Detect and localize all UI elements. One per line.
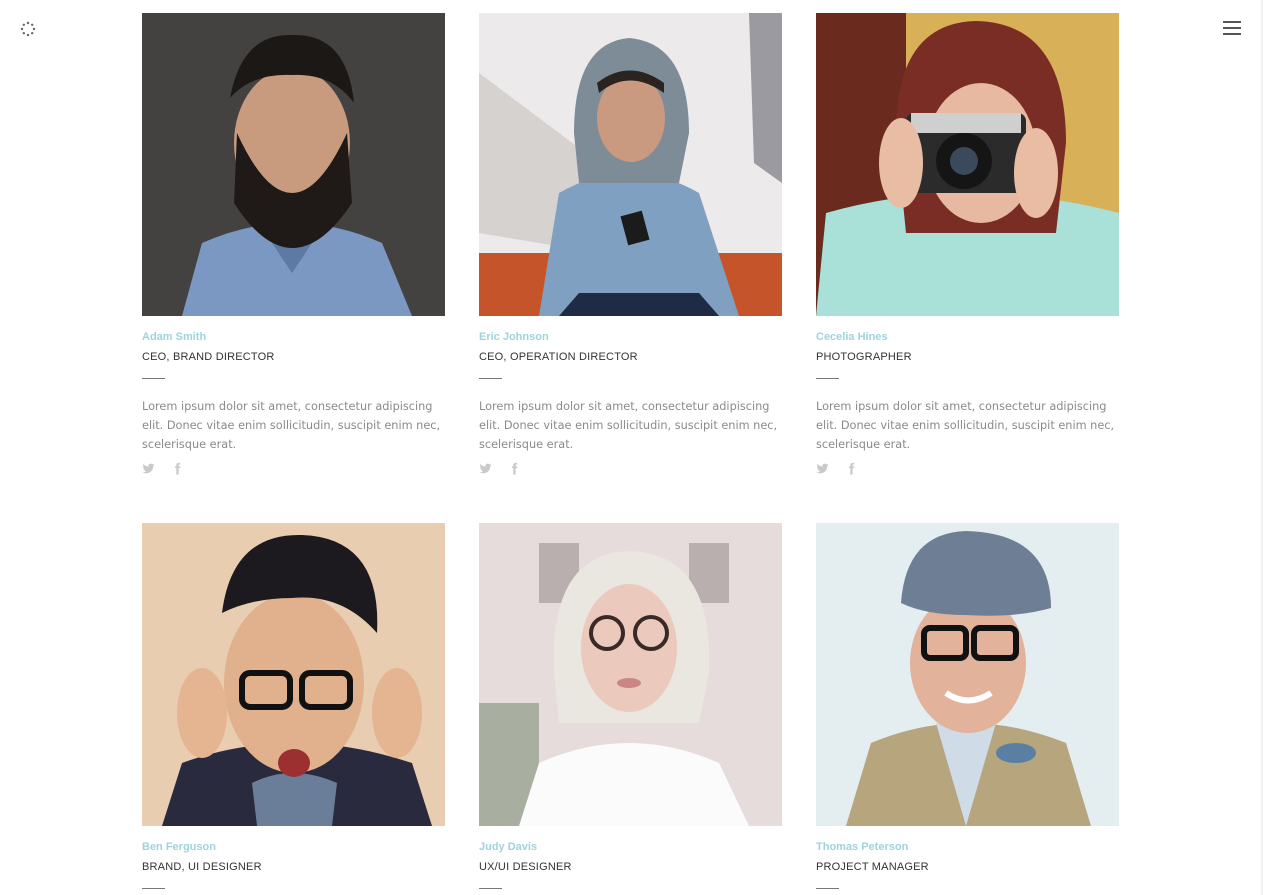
member-name[interactable]: Cecelia Hines	[816, 330, 1119, 344]
twitter-icon[interactable]	[142, 462, 155, 475]
member-photo	[142, 523, 445, 826]
member-name[interactable]: Thomas Peterson	[816, 840, 1119, 854]
member-name[interactable]: Judy Davis	[479, 840, 782, 854]
member-role: PHOTOGRAPHER	[816, 351, 912, 363]
member-role: PROJECT MANAGER	[816, 861, 929, 873]
member-photo	[479, 523, 782, 826]
member-photo	[816, 13, 1119, 316]
member-role: CEO, OPERATION DIRECTOR	[479, 351, 638, 363]
member-name[interactable]: Eric Johnson	[479, 330, 782, 344]
divider	[479, 378, 502, 379]
divider	[816, 888, 839, 889]
member-name[interactable]: Ben Ferguson	[142, 840, 445, 854]
member-photo	[816, 523, 1119, 826]
member-name[interactable]: Adam Smith	[142, 330, 445, 344]
twitter-icon[interactable]	[479, 462, 492, 475]
member-role: BRAND, UI DESIGNER	[142, 861, 262, 873]
divider	[142, 888, 165, 889]
team-member-card: Ben Ferguson BRAND, UI DESIGNER	[142, 523, 445, 889]
facebook-icon[interactable]	[508, 462, 521, 475]
member-role: CEO, BRAND DIRECTOR	[142, 351, 275, 363]
hamburger-menu-icon[interactable]	[1223, 21, 1241, 37]
team-member-card: Eric Johnson CEO, OPERATION DIRECTOR Lor…	[479, 13, 782, 475]
loader-dots-icon[interactable]	[19, 20, 37, 38]
social-links	[816, 462, 1119, 475]
divider	[816, 378, 839, 379]
facebook-icon[interactable]	[171, 462, 184, 475]
divider	[479, 888, 502, 889]
member-bio: Lorem ipsum dolor sit amet, consectetur …	[479, 400, 778, 451]
member-photo	[479, 13, 782, 316]
social-links	[142, 462, 445, 475]
team-member-card: Cecelia Hines PHOTOGRAPHER Lorem ipsum d…	[816, 13, 1119, 475]
social-links	[479, 462, 782, 475]
team-member-card: Thomas Peterson PROJECT MANAGER	[816, 523, 1119, 889]
member-photo	[142, 13, 445, 316]
member-role: UX/UI DESIGNER	[479, 861, 572, 873]
twitter-icon[interactable]	[816, 462, 829, 475]
member-bio: Lorem ipsum dolor sit amet, consectetur …	[816, 400, 1115, 451]
divider	[142, 378, 165, 379]
team-member-card: Adam Smith CEO, BRAND DIRECTOR Lorem ips…	[142, 13, 445, 475]
team-member-card: Judy Davis UX/UI DESIGNER	[479, 523, 782, 889]
member-bio: Lorem ipsum dolor sit amet, consectetur …	[142, 400, 441, 451]
facebook-icon[interactable]	[845, 462, 858, 475]
